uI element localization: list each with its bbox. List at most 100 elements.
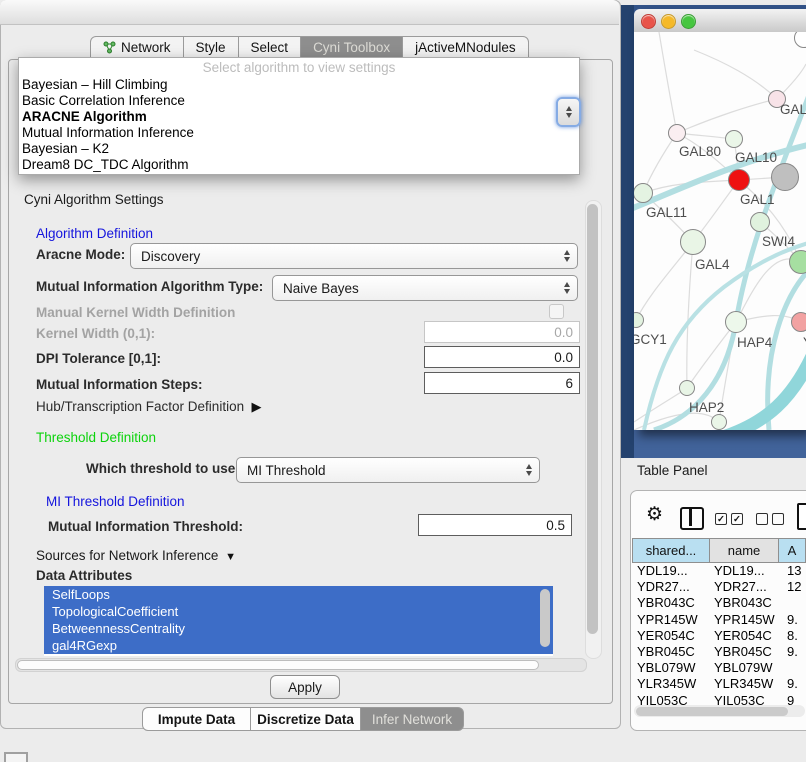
table-row[interactable]: YLR345WYLR345W9. [633,676,806,692]
node-label-gal4: GAL4 [695,257,730,272]
mi-algorithm-type-value: Naive Bayes [283,281,359,296]
kernel-width-label: Kernel Width (0,1): [36,326,155,341]
table-horizontal-scrollbar[interactable] [634,705,805,717]
kernel-width-field[interactable]: 0.0 [424,321,580,343]
table-row[interactable]: YBL079WYBL079W [633,660,806,676]
manual-kernel-width-label: Manual Kernel Width Definition [36,305,235,320]
mi-algorithm-type-select[interactable]: Naive Bayes [272,275,578,301]
scrollbar-thumb[interactable] [587,204,598,634]
table-cell: YBR043C [711,595,781,611]
attribute-item-betweennesscentrality[interactable]: BetweennessCentrality [44,620,553,637]
control-panel-titlebar[interactable] [0,0,619,25]
tab-label: Style [196,40,226,55]
dropdown-item-basic-correlation-inference[interactable]: Basic Correlation Inference [19,93,579,109]
table-row[interactable]: YBR045CYBR045C9. [633,644,806,660]
table-row[interactable]: YDL19...YDL19...13 [633,563,806,579]
tab-jactivemnodules[interactable]: jActiveMNodules [402,36,529,59]
network-window-titlebar[interactable] [634,9,806,33]
network-node[interactable] [789,250,806,274]
settings-horizontal-scrollbar[interactable] [15,658,587,672]
table-row[interactable]: YDR27...YDR27...12 [633,579,806,595]
apply-button[interactable]: Apply [270,675,340,699]
attribute-item-gal4rgexp[interactable]: gal4RGexp [44,637,553,654]
table-cell: 9. [781,612,806,628]
hub-definition-label: Hub/Transcription Factor Definition [36,399,244,414]
aracne-mode-select[interactable]: Discovery [130,243,578,269]
zoom-traffic-light-icon[interactable] [681,14,696,29]
corner-grip-icon[interactable] [4,752,28,762]
table-panel-title: Table Panel [637,463,708,478]
scrollbar-thumb[interactable] [540,589,550,647]
algorithm-combobox-fragment[interactable] [556,97,581,127]
network-node[interactable] [771,163,799,191]
hub-definition-expander[interactable]: Hub/Transcription Factor Definition ▶ [36,399,261,415]
network-node-hap2[interactable] [679,380,695,396]
settings-vertical-scrollbar[interactable] [585,200,602,659]
table-cell: 13 [781,563,806,579]
table-cell [781,595,806,611]
network-node-swi4[interactable] [750,212,770,232]
tab-discretize-data[interactable]: Discretize Data [250,707,361,731]
mi-threshold-field[interactable]: 0.5 [418,514,572,536]
dropdown-item-bayesian-hill-climbing[interactable]: Bayesian – Hill Climbing [19,77,579,93]
network-canvas[interactable]: GALGAL80GAL10GAL1GAL11GAL4SWI4GCY1HAP4YH… [634,32,806,430]
network-node-gal10[interactable] [725,130,743,148]
close-traffic-light-icon[interactable] [641,14,656,29]
node-label-gal1: GAL1 [740,192,775,207]
table-cell: YPR145W [633,612,711,628]
network-node-gal4[interactable] [680,229,706,255]
manual-kernel-width-checkbox[interactable] [549,304,564,319]
dropdown-item-aracne-algorithm[interactable]: ARACNE Algorithm [19,109,579,125]
attribute-list-scrollbar[interactable] [540,589,551,653]
attribute-item-topologicalcoefficient[interactable]: TopologicalCoefficient [44,603,553,620]
dpi-tolerance-field[interactable]: 0.0 [424,346,580,368]
network-node-hap4[interactable] [725,311,747,333]
document-icon[interactable] [797,503,806,530]
table-row[interactable]: YPR145WYPR145W9. [633,612,806,628]
which-threshold-select[interactable]: MI Threshold [236,457,540,483]
table-cell: 12 [781,579,806,595]
tab-impute-data[interactable]: Impute Data [142,707,251,731]
table-cell: YBR045C [633,644,711,660]
tab-cyni-toolbox[interactable]: Cyni Toolbox [300,36,403,59]
table-cell: YBL079W [633,660,711,676]
dropdown-item-mutual-information-inference[interactable]: Mutual Information Inference [19,125,579,141]
tab-style[interactable]: Style [183,36,239,59]
dropdown-item-dream8-dc-tdc-algorithm[interactable]: Dream8 DC_TDC Algorithm [19,157,579,173]
scrollbar-thumb[interactable] [636,707,788,716]
sources-legend[interactable]: Sources for Network Inference ▼ [32,548,240,563]
network-node-gal1[interactable] [728,169,750,191]
scrollbar-thumb[interactable] [17,660,539,670]
tab-infer-network[interactable]: Infer Network [360,707,464,731]
column-header-a[interactable]: A [778,538,806,563]
minimize-traffic-light-icon[interactable] [661,14,676,29]
data-attributes-list[interactable]: SelfLoopsTopologicalCoefficientBetweenne… [44,586,553,656]
unchecked-box-icon[interactable] [756,513,768,525]
tab-label: Cyni Toolbox [313,40,390,55]
table-row[interactable]: YBR043CYBR043C [633,595,806,611]
mi-steps-field[interactable]: 6 [424,372,580,394]
attribute-item-selfloops[interactable]: SelfLoops [44,586,553,603]
checked-box-icon[interactable]: ✓ [731,513,743,525]
which-threshold-label: Which threshold to use: [86,461,240,476]
network-node[interactable] [711,414,727,430]
network-node-gal80[interactable] [668,124,686,142]
table-cell: YBL079W [711,660,781,676]
network-node-y[interactable] [791,312,806,332]
split-columns-icon-bar [689,507,692,526]
table-cell: 8. [781,628,806,644]
node-label-gcy1: GCY1 [634,332,667,347]
gear-icon[interactable]: ⚙ [646,503,663,526]
column-header-name[interactable]: name [709,538,779,563]
column-header-shared[interactable]: shared... [632,538,710,563]
aracne-mode-label: Aracne Mode: [36,247,125,262]
split-columns-icon[interactable] [680,507,704,530]
unchecked-box-icon[interactable] [772,513,784,525]
table-row[interactable]: YER054CYER054C8. [633,628,806,644]
checked-box-icon[interactable]: ✓ [715,513,727,525]
tab-network[interactable]: Network [90,36,184,59]
network-node-gal11[interactable] [634,183,653,203]
tab-select[interactable]: Select [238,36,302,59]
table-cell: 9. [781,644,806,660]
dropdown-item-bayesian-k2[interactable]: Bayesian – K2 [19,141,579,157]
